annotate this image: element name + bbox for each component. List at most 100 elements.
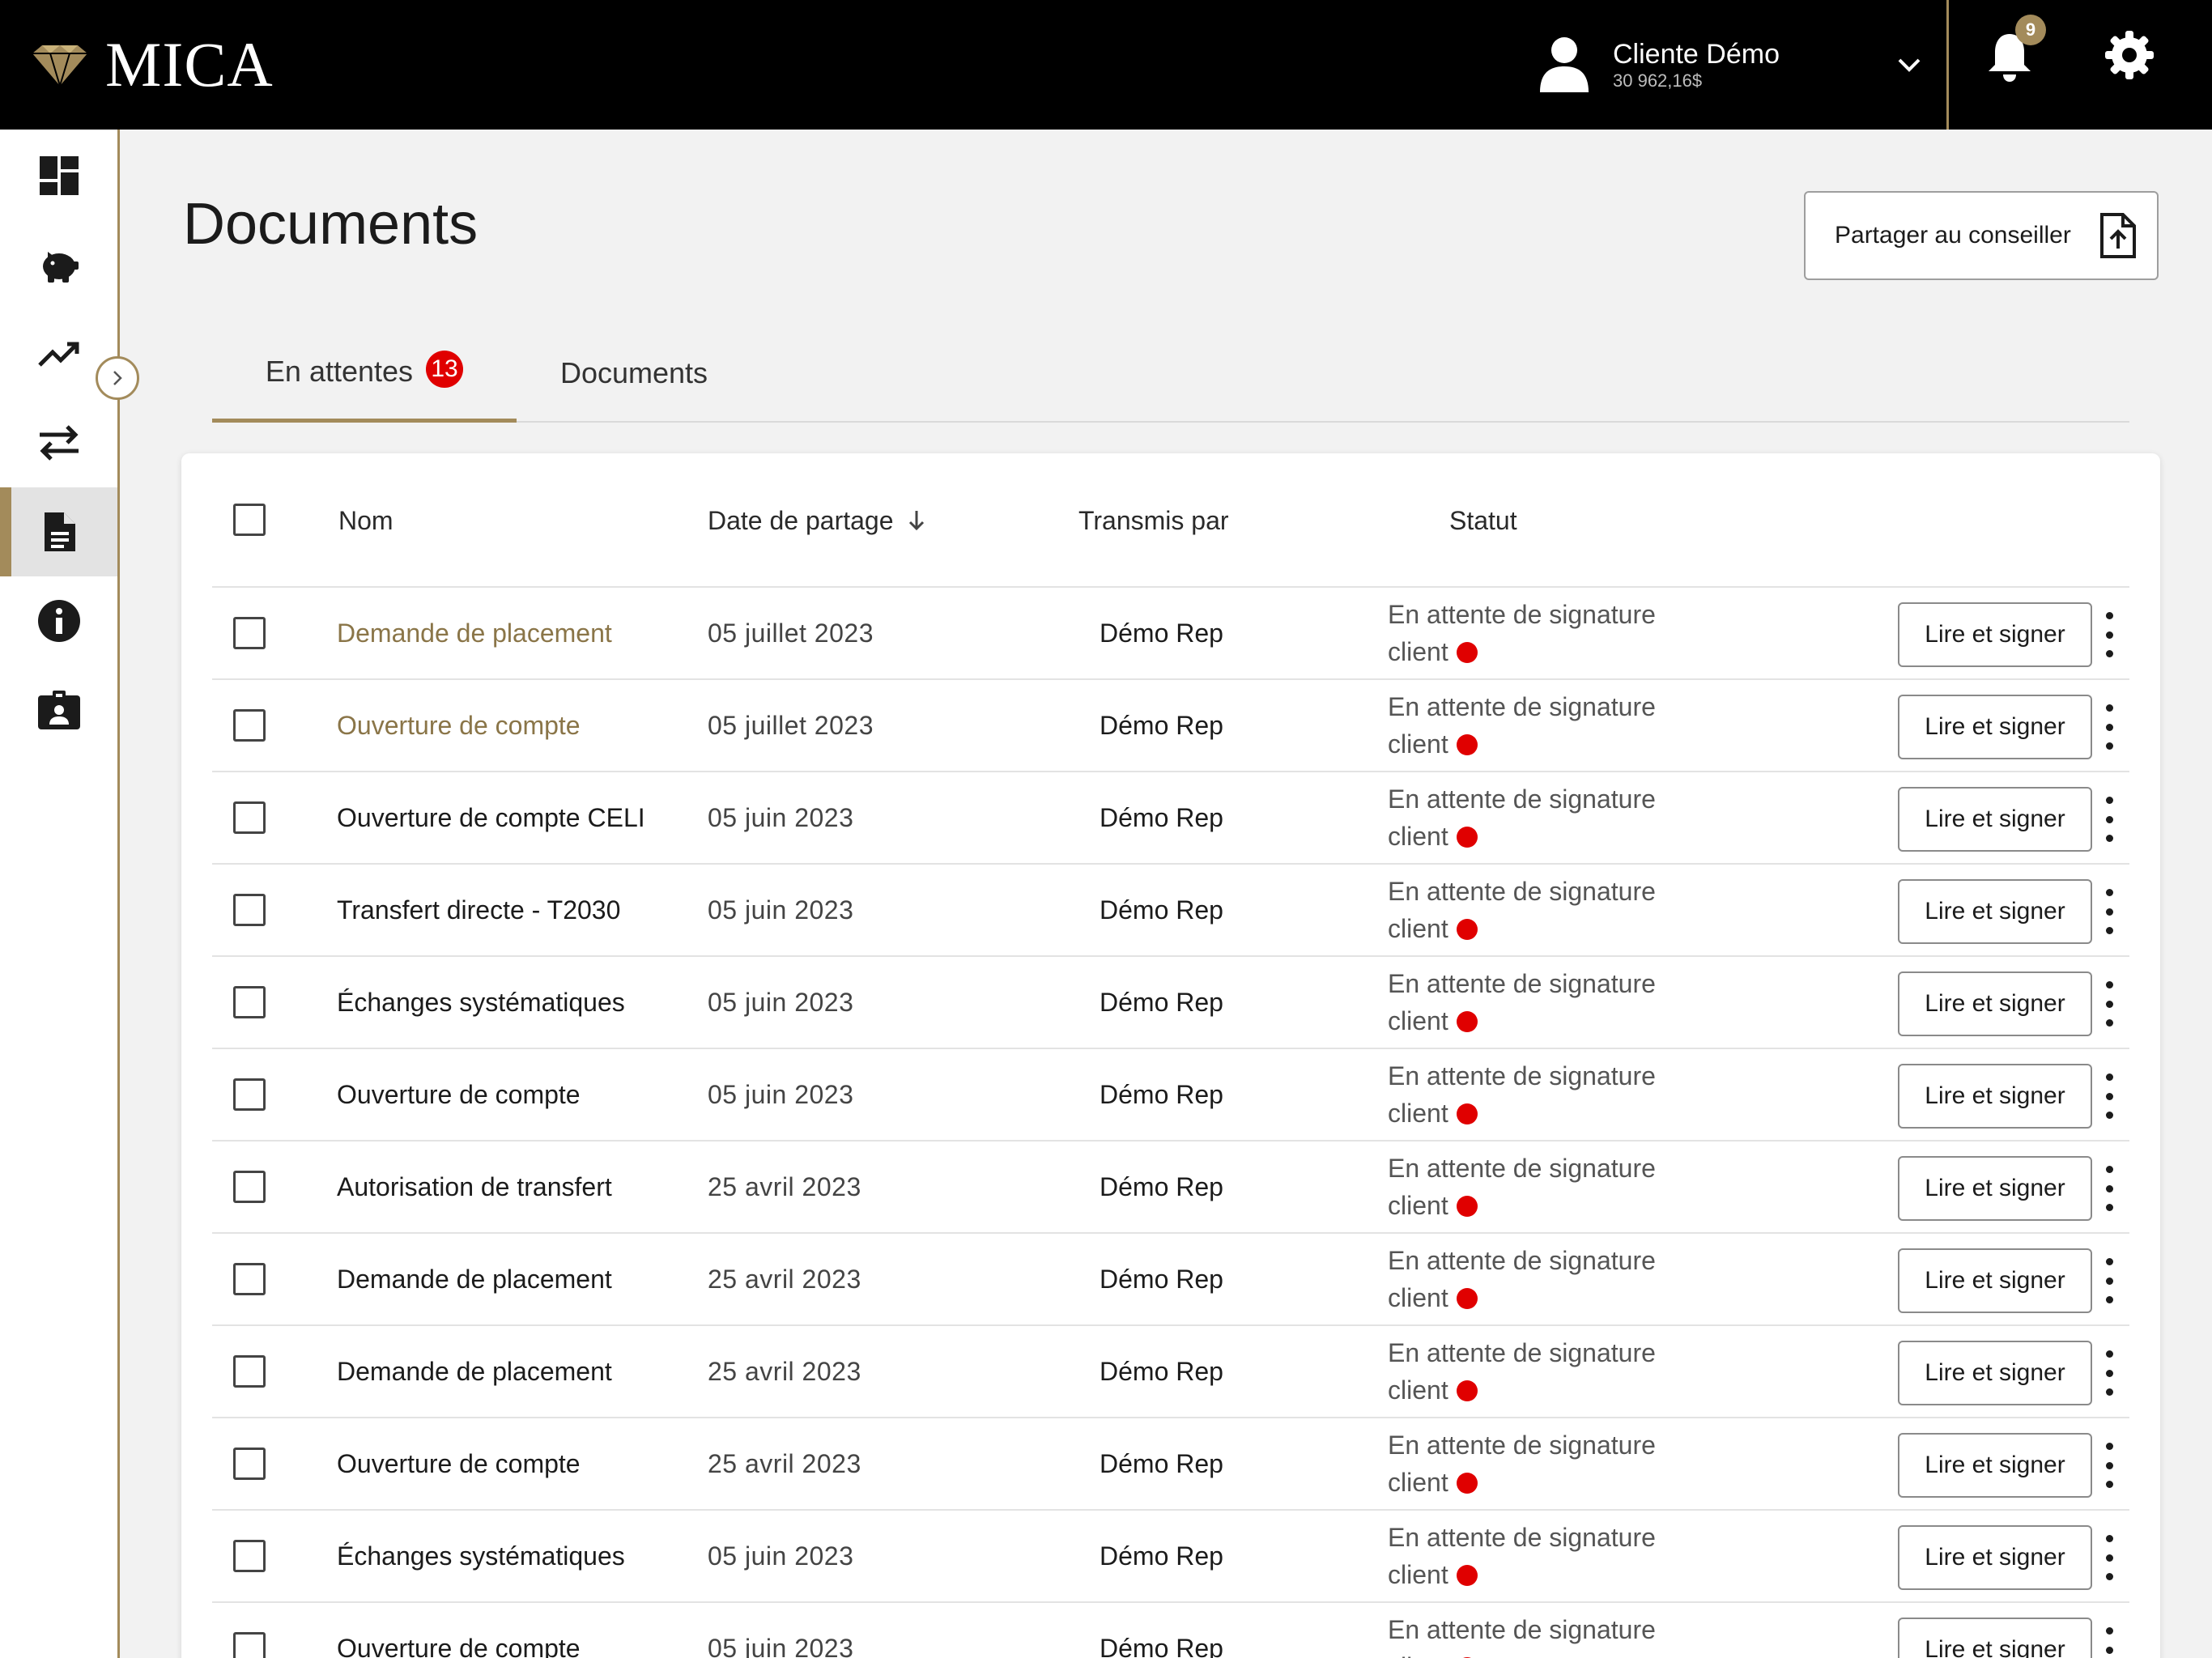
read-and-sign-button[interactable]: Lire et signer <box>1898 787 2092 852</box>
document-name[interactable]: Demande de placement <box>337 1234 612 1324</box>
sidebar-item-contact[interactable] <box>0 665 117 755</box>
status-dot <box>1456 919 1478 940</box>
row-checkbox[interactable] <box>233 801 266 834</box>
status-dot <box>1456 1473 1478 1494</box>
mica-logo[interactable]: MICA <box>29 24 274 105</box>
column-header-date[interactable]: Date de partage <box>708 453 928 588</box>
read-and-sign-button[interactable]: Lire et signer <box>1898 1618 2092 1658</box>
more-options-icon[interactable] <box>2097 1443 2121 1488</box>
document-name[interactable]: Ouverture de compte <box>337 1049 581 1140</box>
top-divider <box>1946 0 1949 130</box>
table-row: Autorisation de transfert 25 avril 2023 … <box>212 1141 2129 1234</box>
column-header-sender[interactable]: Transmis par <box>1078 453 1229 588</box>
sidebar-item-dashboard[interactable] <box>0 131 117 220</box>
sender-name: Démo Rep <box>1100 1171 1223 1201</box>
row-checkbox[interactable] <box>233 986 266 1018</box>
row-checkbox[interactable] <box>233 1263 266 1295</box>
document-tabs: En attentes 13 Documents <box>212 324 2129 423</box>
table-header: Nom Date de partage Transmis par Statut <box>212 453 2129 588</box>
document-name[interactable]: Échanges systématiques <box>337 1511 625 1601</box>
row-checkbox[interactable] <box>233 1448 266 1480</box>
sidebar-item-savings[interactable] <box>0 220 117 309</box>
sidebar-item-documents[interactable] <box>0 487 117 576</box>
status-line-2: client <box>1388 914 1448 943</box>
row-checkbox[interactable] <box>233 1078 266 1111</box>
more-options-icon[interactable] <box>2097 1627 2121 1658</box>
more-options-icon[interactable] <box>2097 1350 2121 1396</box>
document-name[interactable]: Transfert directe - T2030 <box>337 865 620 955</box>
column-header-status[interactable]: Statut <box>1449 453 1517 588</box>
sidebar-item-transfers[interactable] <box>0 398 117 487</box>
sender-name: Démo Rep <box>1100 1448 1223 1478</box>
document-name[interactable]: Échanges systématiques <box>337 957 625 1048</box>
more-options-icon[interactable] <box>2097 1258 2121 1303</box>
status-line-2: client <box>1388 822 1448 851</box>
sender-name: Démo Rep <box>1100 802 1223 832</box>
user-balance: 30 962,16$ <box>1613 70 1703 91</box>
document-name[interactable]: Ouverture de compte <box>337 1603 581 1658</box>
read-and-sign-button[interactable]: Lire et signer <box>1898 1156 2092 1221</box>
share-date: 05 juin 2023 <box>708 1633 854 1658</box>
share-with-advisor-button[interactable]: Partager au conseiller <box>1804 191 2159 280</box>
document-name[interactable]: Ouverture de compte CELI <box>337 772 645 863</box>
status-dot <box>1456 1196 1478 1217</box>
select-all-checkbox[interactable] <box>233 504 266 536</box>
more-options-icon[interactable] <box>2097 612 2121 657</box>
read-and-sign-button[interactable]: Lire et signer <box>1898 879 2092 944</box>
document-name[interactable]: Demande de placement <box>337 1326 612 1417</box>
more-options-icon[interactable] <box>2097 1073 2121 1119</box>
row-checkbox[interactable] <box>233 709 266 742</box>
document-name[interactable]: Demande de placement <box>337 588 612 678</box>
row-checkbox[interactable] <box>233 1632 266 1658</box>
transfer-arrows-icon <box>39 425 79 461</box>
table-row: Demande de placement 05 juillet 2023 Dém… <box>212 588 2129 680</box>
status-dot <box>1456 734 1478 755</box>
read-and-sign-button[interactable]: Lire et signer <box>1898 695 2092 759</box>
more-options-icon[interactable] <box>2097 797 2121 842</box>
document-name[interactable]: Ouverture de compte <box>337 1418 581 1509</box>
more-options-icon[interactable] <box>2097 889 2121 934</box>
sidebar-expand-button[interactable] <box>96 356 139 400</box>
status-line-2: client <box>1388 1468 1448 1497</box>
read-and-sign-button[interactable]: Lire et signer <box>1898 1341 2092 1405</box>
chevron-down-icon[interactable] <box>1893 49 1925 81</box>
tab-pending[interactable]: En attentes 13 <box>212 324 517 423</box>
tab-documents[interactable]: Documents <box>517 324 751 423</box>
read-and-sign-button[interactable]: Lire et signer <box>1898 1248 2092 1313</box>
status-line-1: En attente de signature <box>1388 877 1656 906</box>
status-text: En attente de signature client <box>1388 596 1695 670</box>
document-name[interactable]: Ouverture de compte <box>337 680 581 771</box>
read-and-sign-button[interactable]: Lire et signer <box>1898 1433 2092 1498</box>
more-options-icon[interactable] <box>2097 981 2121 1027</box>
document-name[interactable]: Autorisation de transfert <box>337 1141 612 1232</box>
row-checkbox[interactable] <box>233 1355 266 1388</box>
sender-name: Démo Rep <box>1100 1541 1223 1571</box>
read-and-sign-button[interactable]: Lire et signer <box>1898 1064 2092 1129</box>
read-and-sign-button[interactable]: Lire et signer <box>1898 1525 2092 1590</box>
more-options-icon[interactable] <box>2097 1535 2121 1580</box>
more-options-icon[interactable] <box>2097 704 2121 750</box>
status-text: En attente de signature client <box>1388 780 1695 855</box>
more-options-icon[interactable] <box>2097 1166 2121 1211</box>
user-menu[interactable]: Cliente Démo 30 962,16$ <box>1538 32 1780 97</box>
row-checkbox[interactable] <box>233 894 266 926</box>
documents-table: Nom Date de partage Transmis par Statut … <box>181 453 2160 1658</box>
read-and-sign-button[interactable]: Lire et signer <box>1898 602 2092 667</box>
column-header-date-label: Date de partage <box>708 505 894 535</box>
read-and-sign-button[interactable]: Lire et signer <box>1898 971 2092 1036</box>
trending-up-icon <box>37 342 79 367</box>
status-line-2: client <box>1388 1283 1448 1312</box>
status-text: En attente de signature client <box>1388 1611 1695 1658</box>
column-header-name[interactable]: Nom <box>338 453 393 588</box>
status-line-1: En attente de signature <box>1388 692 1656 721</box>
row-checkbox[interactable] <box>233 617 266 649</box>
sidebar-item-info[interactable] <box>0 576 117 665</box>
row-checkbox[interactable] <box>233 1171 266 1203</box>
tab-documents-label: Documents <box>559 356 708 389</box>
share-date: 05 juillet 2023 <box>708 710 874 740</box>
status-text: En attente de signature client <box>1388 965 1695 1039</box>
sender-name: Démo Rep <box>1100 895 1223 925</box>
status-line-2: client <box>1388 1191 1448 1220</box>
gear-icon[interactable] <box>2104 29 2155 81</box>
row-checkbox[interactable] <box>233 1540 266 1572</box>
